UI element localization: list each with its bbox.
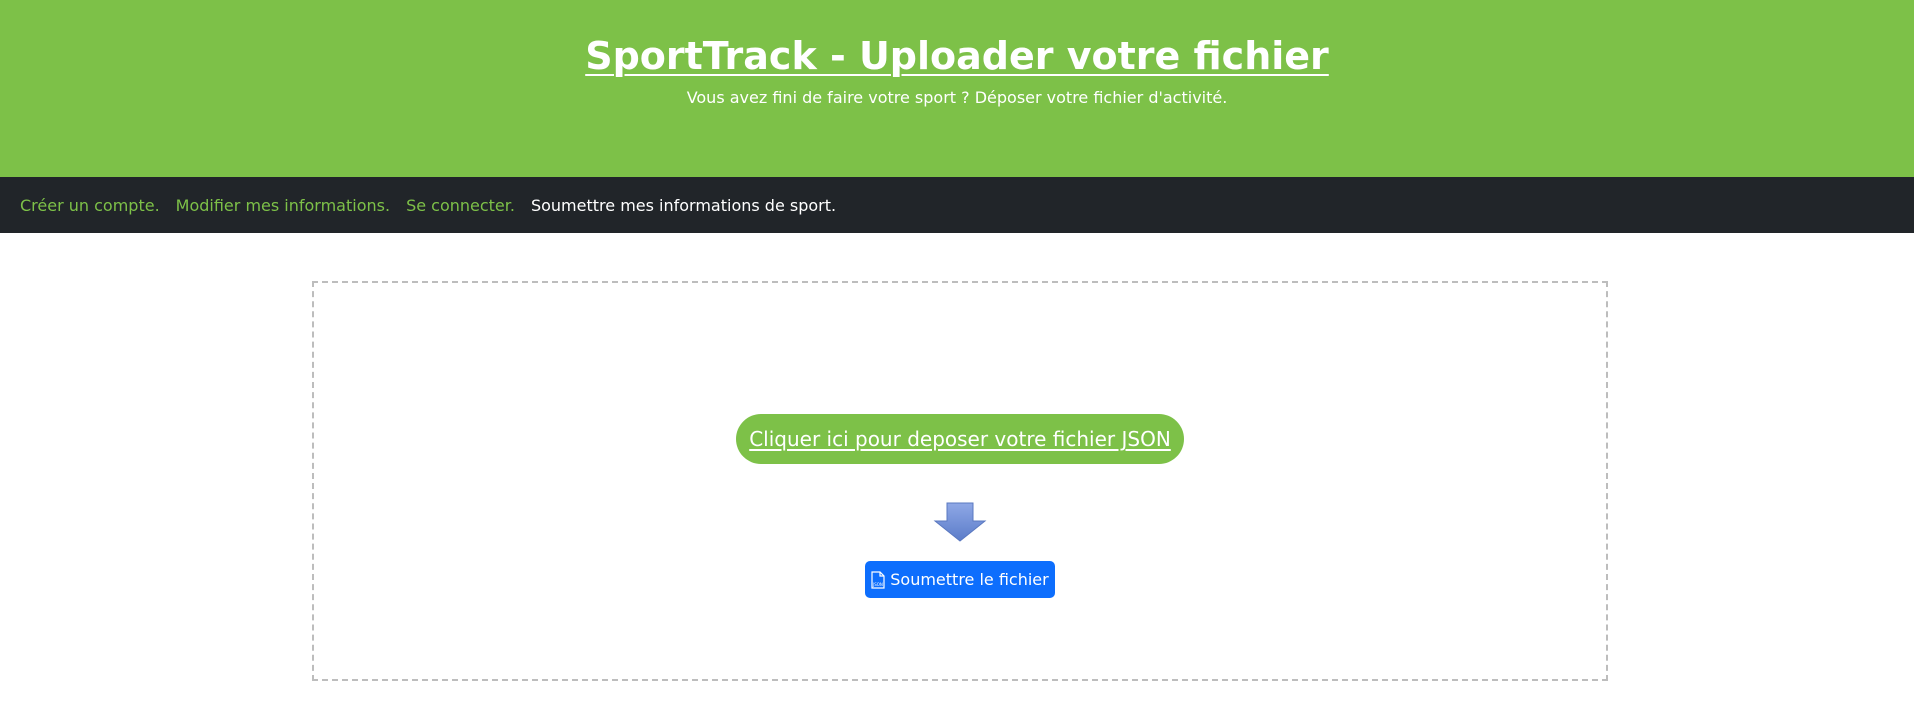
top-navbar: Créer un compte. Modifier mes informatio… [0,177,1914,233]
submit-file-button[interactable]: JSON Soumettre le fichier [865,561,1055,598]
file-dropzone[interactable] [312,281,1608,681]
page-subtitle: Vous avez fini de faire votre sport ? Dé… [686,88,1228,107]
nav-edit-profile[interactable]: Modifier mes informations. [176,196,390,215]
svg-text:JSON: JSON [872,582,883,587]
arrow-down-icon [933,501,987,543]
submit-file-label: Soumettre le fichier [890,570,1049,589]
choose-file-button[interactable]: Cliquer ici pour deposer votre fichier J… [736,414,1184,464]
page-header: SportTrack - Uploader votre fichier Vous… [0,0,1914,177]
nav-login[interactable]: Se connecter. [406,196,515,215]
nav-create-account[interactable]: Créer un compte. [20,196,160,215]
page-title[interactable]: SportTrack - Uploader votre fichier [585,34,1329,78]
nav-submit-sport[interactable]: Soumettre mes informations de sport. [531,196,836,215]
file-json-icon: JSON [871,570,885,589]
